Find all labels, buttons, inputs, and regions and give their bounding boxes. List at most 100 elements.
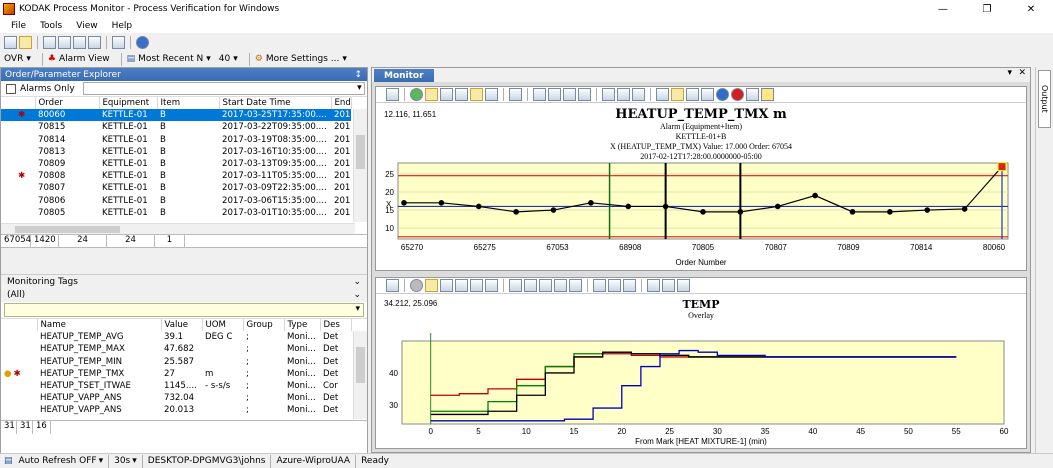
table-row[interactable]: ● ✱ HEATUP_TEMP_TMX 27 m; Moni... Det bbox=[1, 368, 351, 380]
zoom-fit-icon[interactable] bbox=[470, 279, 483, 292]
database-icon[interactable] bbox=[112, 35, 125, 49]
align-icon[interactable] bbox=[662, 279, 675, 292]
chart-1-plot-area[interactable] bbox=[397, 162, 1009, 240]
layout-icon[interactable] bbox=[602, 88, 615, 101]
edit-icon[interactable] bbox=[88, 35, 101, 49]
restore-button[interactable]: ❐ bbox=[965, 0, 1009, 18]
table-row[interactable]: HEATUP_VAPP_ANS 20.013; Moni... Det bbox=[1, 404, 351, 416]
alarms-only-checkbox[interactable] bbox=[6, 83, 16, 94]
count-dropdown[interactable]: 40 ▾ bbox=[219, 54, 238, 64]
table-icon[interactable] bbox=[548, 88, 561, 101]
zoom-window-icon[interactable] bbox=[425, 279, 438, 292]
tags-search-combo[interactable]: ▾ bbox=[4, 303, 364, 317]
table-row[interactable]: 70806 KETTLE-01 B 2017-03-06T15:35:00.... 20… bbox=[1, 195, 351, 207]
first-icon[interactable] bbox=[533, 88, 546, 101]
minimize-button[interactable]: — bbox=[921, 0, 965, 18]
line-style-icon[interactable] bbox=[632, 88, 645, 101]
chevron-down-icon[interactable]: ▾ bbox=[1007, 68, 1012, 78]
marker-icon[interactable] bbox=[617, 88, 630, 101]
table-row[interactable]: HEATUP_VAPP_ANS 732.04; Moni... Det bbox=[1, 392, 351, 404]
limits-icon[interactable] bbox=[509, 88, 522, 101]
close-button[interactable]: ✕ bbox=[1009, 0, 1053, 18]
scroll-thumb[interactable] bbox=[356, 135, 365, 169]
chart-type-icon[interactable] bbox=[578, 88, 591, 101]
table-row[interactable]: 70807 KETTLE-01 B 2017-03-09T22:35:00.... 20… bbox=[1, 182, 351, 194]
tab-monitor[interactable]: Monitor bbox=[374, 69, 434, 82]
menu-view[interactable]: View bbox=[76, 21, 97, 31]
orders-vscrollbar[interactable] bbox=[353, 109, 367, 222]
menu-file[interactable]: File bbox=[11, 21, 26, 31]
table-row[interactable]: 70805 KETTLE-01 B 2017-03-01T10:35:00.... 20… bbox=[1, 207, 351, 219]
table-row[interactable]: HEATUP_TSET_ITWAE 1145.... - s-s/s; Moni...… bbox=[1, 380, 351, 392]
zoom-out-icon[interactable] bbox=[455, 279, 468, 292]
image-icon[interactable] bbox=[539, 279, 552, 292]
tags-filter-combo[interactable]: (All) ⌄ bbox=[1, 288, 367, 302]
line-style-icon[interactable] bbox=[623, 279, 636, 292]
cc-icon[interactable] bbox=[386, 88, 399, 101]
col-type[interactable]: Type bbox=[284, 319, 321, 332]
col-group[interactable]: Group bbox=[243, 319, 285, 332]
ovr-dropdown[interactable]: OVR ▾ bbox=[4, 54, 31, 64]
auto-refresh-status[interactable]: Auto Refresh OFF bbox=[19, 456, 97, 466]
bulb-icon[interactable] bbox=[761, 88, 774, 101]
col-equipment[interactable]: Equipment bbox=[99, 97, 158, 110]
chevron-down-icon[interactable]: ⌄ bbox=[353, 277, 361, 287]
image-icon[interactable] bbox=[563, 88, 576, 101]
info-icon[interactable] bbox=[716, 88, 729, 101]
layout-icon[interactable] bbox=[593, 279, 606, 292]
close-icon[interactable]: ✕ bbox=[1018, 68, 1026, 78]
orders-hscrollbar[interactable] bbox=[1, 223, 355, 234]
open-folder-icon[interactable] bbox=[19, 35, 32, 49]
swap-icon[interactable] bbox=[485, 88, 498, 101]
table-row[interactable]: 70813 KETTLE-01 B 2017-03-16T10:35:00.... 20… bbox=[1, 146, 351, 158]
refresh-icon[interactable] bbox=[410, 88, 423, 101]
menu-tools[interactable]: Tools bbox=[40, 21, 62, 31]
alarm-view-button[interactable]: ♣ Alarm View bbox=[48, 54, 110, 64]
alarms-filter-combo[interactable]: ▾ bbox=[82, 82, 365, 95]
delete-icon[interactable] bbox=[731, 88, 744, 101]
table-row[interactable]: ✱ 70808 KETTLE-01 B 2017-03-11T05:35:00.... 2… bbox=[1, 170, 351, 182]
zoom-in-icon[interactable] bbox=[440, 279, 453, 292]
pin-icon[interactable]: ↕ bbox=[354, 70, 362, 80]
grid-icon[interactable] bbox=[43, 35, 56, 49]
col-order[interactable]: Order bbox=[35, 97, 100, 110]
menu-help[interactable]: Help bbox=[112, 21, 133, 31]
overlay-icon[interactable] bbox=[569, 279, 582, 292]
refresh-interval[interactable]: 30s bbox=[114, 456, 130, 466]
check-icon[interactable] bbox=[671, 88, 684, 101]
col-uom[interactable]: UOM bbox=[202, 319, 244, 332]
chevron-down-icon[interactable]: ▾ bbox=[132, 456, 137, 466]
table-row[interactable]: 70809 KETTLE-01 B 2017-03-13T09:35:00.... 20… bbox=[1, 158, 351, 170]
save-icon[interactable] bbox=[4, 35, 17, 49]
rules-icon[interactable] bbox=[746, 88, 759, 101]
zoom-window-icon[interactable] bbox=[425, 88, 438, 101]
report-icon[interactable] bbox=[73, 35, 86, 49]
zoom-fit-icon[interactable] bbox=[470, 88, 483, 101]
chart-type-icon[interactable] bbox=[554, 279, 567, 292]
table-row[interactable]: HEATUP_TEMP_MAX 47.682; Moni... Det bbox=[1, 343, 351, 355]
col-name[interactable]: Name bbox=[37, 319, 162, 332]
help-icon[interactable] bbox=[136, 35, 149, 49]
table-row[interactable]: HEATUP_TEMP_AVG 39.1 DEG C; Moni... Det bbox=[1, 331, 351, 343]
table-row[interactable]: 70815 KETTLE-01 B 2017-03-22T09:35:00.... 20… bbox=[1, 121, 351, 133]
monitor-icon[interactable] bbox=[58, 35, 71, 49]
table-row[interactable]: ✱ 80060 KETTLE-01 B 2017-03-25T17:35:00.... 2… bbox=[1, 109, 351, 122]
trend-icon[interactable] bbox=[677, 279, 690, 292]
draw-icon[interactable] bbox=[686, 88, 699, 101]
table-row[interactable]: HEATUP_TEMP_MIN 25.587; Moni... Det bbox=[1, 356, 351, 368]
col-start-date-time[interactable]: Start Date Time bbox=[219, 97, 332, 110]
most-recent-dropdown[interactable]: ▤ Most Recent N ▾ bbox=[127, 54, 211, 64]
first-icon[interactable] bbox=[509, 279, 522, 292]
cut-icon[interactable] bbox=[647, 279, 660, 292]
zoom-in-icon[interactable] bbox=[440, 88, 453, 101]
col-value[interactable]: Value bbox=[161, 319, 203, 332]
zoom-out-icon[interactable] bbox=[455, 88, 468, 101]
col-item[interactable]: Item bbox=[157, 97, 220, 110]
swap-icon[interactable] bbox=[485, 279, 498, 292]
scroll-thumb[interactable] bbox=[15, 226, 120, 233]
marker-icon[interactable] bbox=[608, 279, 621, 292]
refresh-icon[interactable] bbox=[410, 279, 423, 292]
tags-vscrollbar[interactable] bbox=[353, 331, 367, 419]
exclude-icon[interactable] bbox=[701, 88, 714, 101]
table-icon[interactable] bbox=[524, 279, 537, 292]
